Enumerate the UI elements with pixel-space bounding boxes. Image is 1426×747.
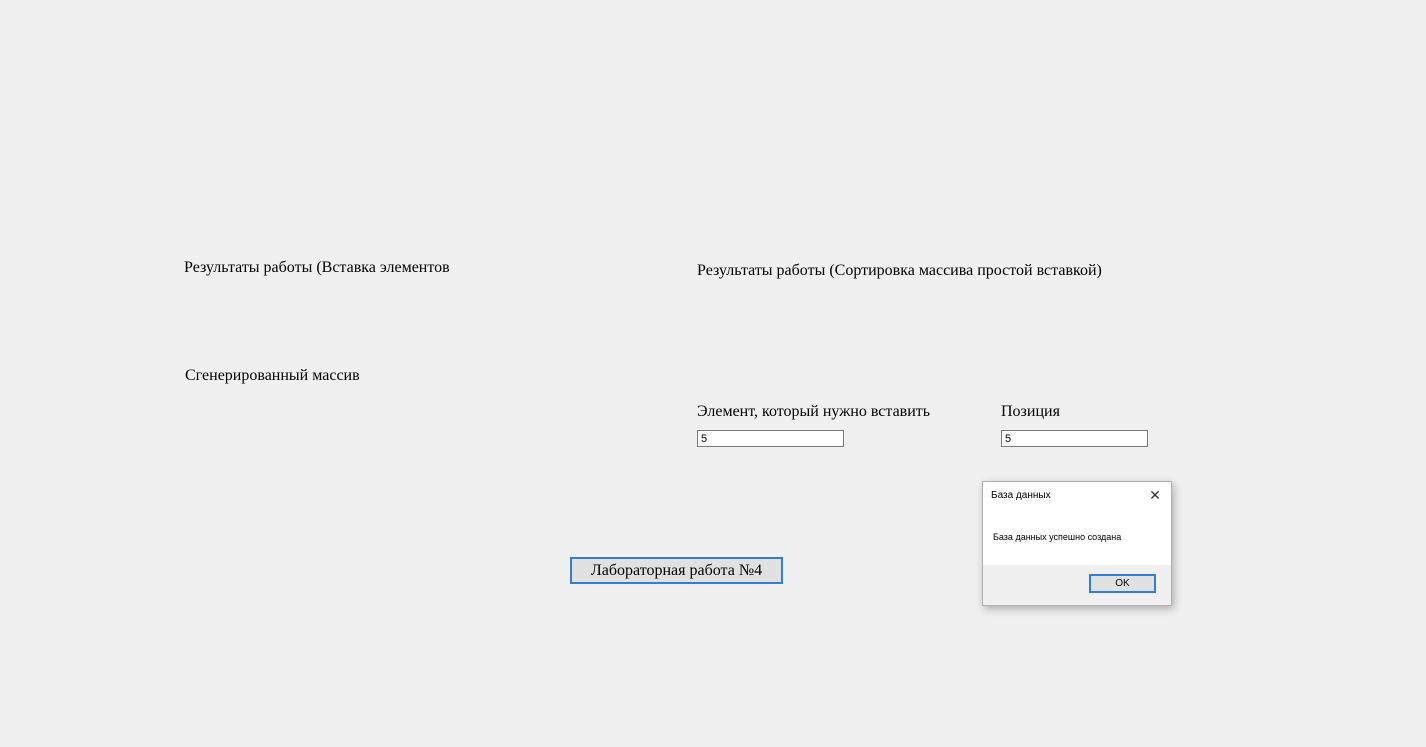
generated-array-label: Сгенерированный массив — [185, 367, 360, 384]
results-sort-label: Результаты работы (Сортировка массива пр… — [697, 262, 1102, 279]
dialog-message: База данных успешно создана — [993, 532, 1122, 542]
message-dialog: База данных ✕ База данных успешно создан… — [982, 481, 1172, 606]
position-input[interactable]: 5 — [1001, 430, 1148, 447]
element-to-insert-label: Элемент, который нужно вставить — [697, 403, 931, 420]
dialog-footer: OK — [983, 565, 1171, 605]
position-label: Позиция — [1001, 403, 1060, 420]
dialog-title: База данных — [991, 490, 1051, 501]
close-icon[interactable]: ✕ — [1145, 485, 1165, 505]
results-insert-label: Результаты работы (Вставка элементов — [184, 259, 450, 276]
lab-work-button[interactable]: Лабораторная работа №4 — [570, 557, 783, 584]
ok-button[interactable]: OK — [1089, 574, 1156, 593]
element-input[interactable]: 5 — [697, 430, 844, 447]
